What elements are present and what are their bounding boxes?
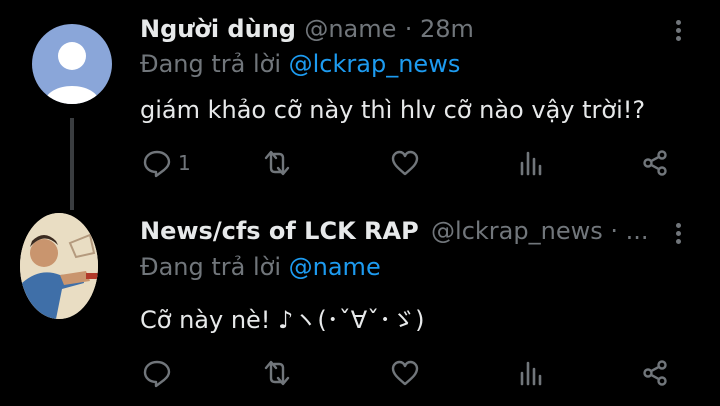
analytics-icon [520,361,542,386]
reply-button[interactable]: 1 [142,148,191,178]
replying-to-label: Đang trả lời [140,253,289,281]
share-button[interactable] [640,148,670,178]
handle[interactable]: @lckrap_news · ... [431,217,648,245]
replying-to: Đang trả lời @name [140,253,381,281]
reply-icon [143,360,171,388]
retweet-icon [264,150,290,176]
views-button[interactable] [516,148,546,178]
display-name[interactable]: Người dùng [140,15,296,43]
replying-to-link[interactable]: @name [289,253,381,281]
avatar[interactable] [32,24,112,104]
tweet-text: Cỡ này nè! ♪ヽ(･ˇ∀ˇ･ゞ) [140,306,425,334]
reply-button[interactable] [142,358,178,388]
tweet-2[interactable]: News/cfs of LCK RAP @lckrap_news · ... Đ… [0,205,720,406]
avatar[interactable] [20,213,98,319]
display-name[interactable]: News/cfs of LCK RAP [140,217,419,245]
heart-icon [391,150,419,176]
reply-count: 1 [178,151,191,175]
author-line: News/cfs of LCK RAP @lckrap_news · ... [140,217,649,245]
author-line: Người dùng @name · 28m [140,15,474,43]
reply-icon [143,150,171,178]
retweet-button[interactable] [262,358,292,388]
views-button[interactable] [516,358,546,388]
tweet-text: giám khảo cỡ này thì hlv cỡ nào vậy trời… [140,96,646,124]
tweet-1[interactable]: Người dùng @name · 28m Đang trả lời @lck… [0,0,720,200]
handle[interactable]: @name [304,15,396,43]
replying-to-link[interactable]: @lckrap_news [289,50,461,78]
like-button[interactable] [390,358,420,388]
heart-icon [391,360,419,386]
illustration-avatar [20,213,98,319]
share-icon [643,360,667,386]
more-options-icon[interactable] [674,223,682,247]
analytics-icon [520,151,542,176]
like-button[interactable] [390,148,420,178]
more-options-icon[interactable] [674,20,682,44]
replying-to: Đang trả lời @lckrap_news [140,50,460,78]
retweet-button[interactable] [262,148,292,178]
share-button[interactable] [640,358,670,388]
timestamp[interactable]: · 28m [405,15,474,43]
share-icon [643,150,667,176]
replying-to-label: Đang trả lời [140,50,289,78]
default-user-icon [44,42,100,104]
retweet-icon [264,360,290,386]
